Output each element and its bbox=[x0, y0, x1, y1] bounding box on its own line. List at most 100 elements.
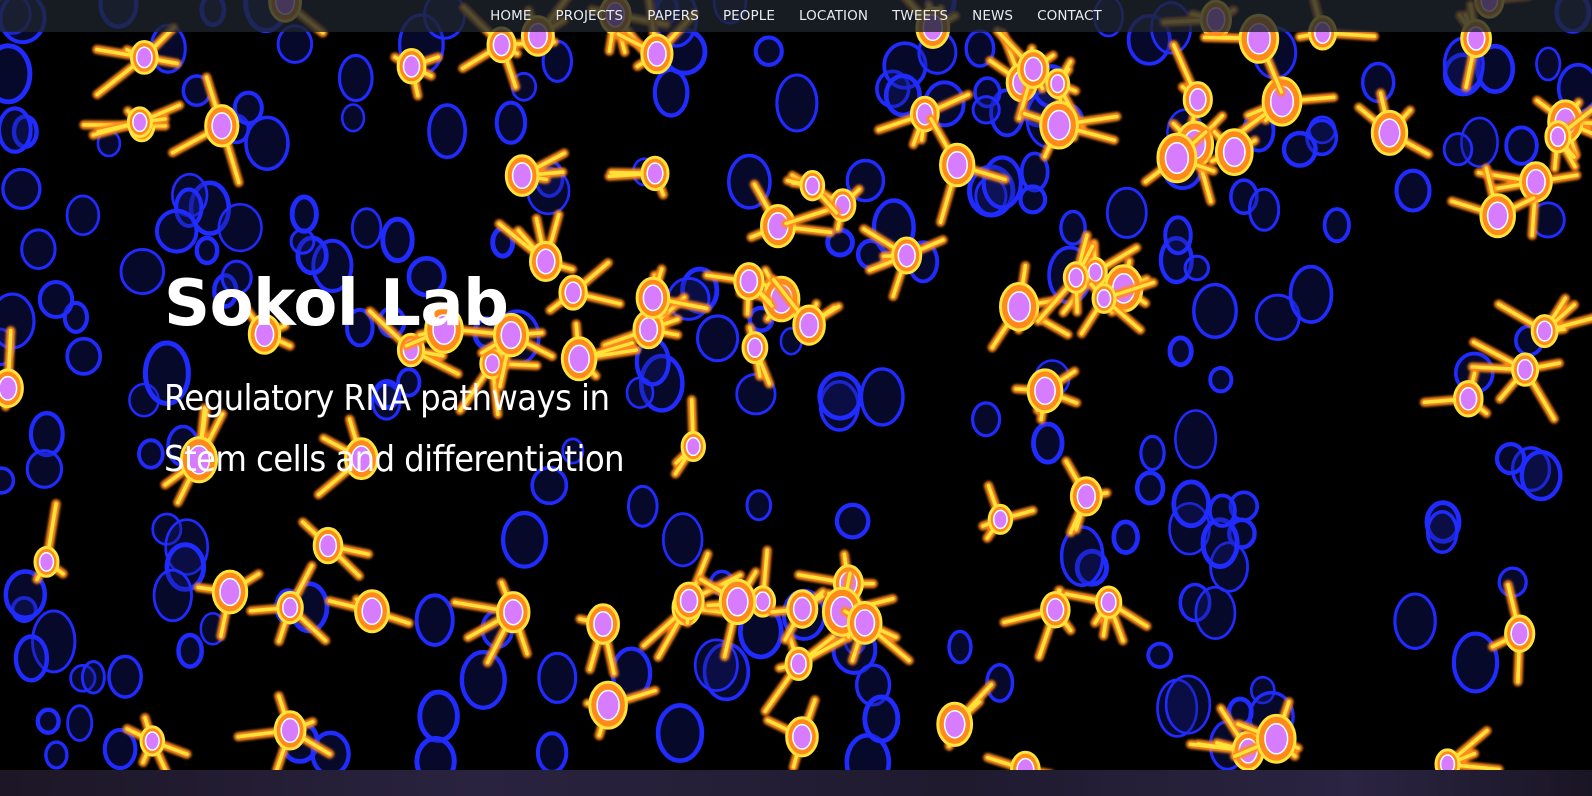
nucleus-ring bbox=[1494, 442, 1527, 476]
nucleus-ring bbox=[970, 401, 1002, 438]
nucleus-ring bbox=[1322, 207, 1351, 244]
hero-subtitle: Regulatory RNA pathways in Stem cells an… bbox=[164, 368, 625, 490]
nucleus-ring bbox=[66, 704, 94, 742]
nucleus-ring bbox=[1174, 409, 1218, 469]
nucleus-ring bbox=[119, 247, 166, 296]
nucleus-ring bbox=[417, 689, 460, 743]
nav-people-link[interactable]: PEOPLE bbox=[711, 0, 787, 32]
nucleus-ring bbox=[0, 292, 36, 350]
nav-contact-link[interactable]: CONTACT bbox=[1025, 0, 1114, 32]
nucleus-ring bbox=[0, 466, 16, 495]
nucleus-ring bbox=[1167, 335, 1194, 368]
nucleus-ring bbox=[862, 694, 901, 744]
nucleus-ring bbox=[28, 411, 65, 458]
nucleus-ring bbox=[652, 67, 690, 118]
nucleus-ring bbox=[627, 484, 659, 528]
nucleus-ring bbox=[1146, 641, 1174, 669]
top-navigation: HOME PROJECTS PAPERS PEOPLE LOCATION TWE… bbox=[0, 0, 1592, 32]
nucleus-ring bbox=[537, 651, 578, 704]
nucleus-ring bbox=[20, 228, 57, 270]
nucleus-ring bbox=[494, 100, 528, 145]
nucleus-ring bbox=[1288, 264, 1334, 324]
nucleus-ring bbox=[1164, 674, 1212, 735]
nucleus-ring bbox=[1018, 184, 1048, 215]
nucleus-ring bbox=[535, 731, 569, 770]
nucleus-ring bbox=[1394, 168, 1432, 213]
nucleus-ring bbox=[1425, 509, 1459, 555]
nucleus-ring bbox=[947, 629, 973, 665]
nucleus-ring bbox=[1111, 519, 1140, 555]
nav-news-link[interactable]: NEWS bbox=[960, 0, 1025, 32]
nucleus-ring bbox=[414, 736, 457, 770]
nucleus-ring bbox=[44, 740, 69, 770]
nucleus-ring bbox=[1281, 130, 1318, 168]
nucleus-ring bbox=[414, 593, 455, 647]
hero-title: Sokol Lab bbox=[164, 267, 509, 341]
nucleus-ring bbox=[80, 660, 106, 695]
nucleus-ring bbox=[655, 703, 705, 763]
nav-location-link[interactable]: LOCATION bbox=[787, 0, 880, 32]
nucleus-ring bbox=[1208, 493, 1237, 528]
nucleus-ring bbox=[217, 203, 263, 253]
nucleus-ring bbox=[1171, 479, 1211, 529]
nucleus-ring bbox=[65, 336, 103, 376]
nucleus-ring bbox=[427, 103, 468, 160]
nucleus-ring bbox=[152, 568, 193, 623]
nucleus-ring bbox=[1194, 585, 1237, 640]
hero-subtitle-line-2: Stem cells and differentiation bbox=[164, 439, 625, 480]
nucleus-ring bbox=[35, 707, 61, 735]
nucleus-ring bbox=[1134, 470, 1166, 506]
hero-subtitle-line-1: Regulatory RNA pathways in bbox=[164, 378, 610, 419]
nucleus-ring bbox=[753, 35, 784, 67]
nucleus-ring bbox=[695, 314, 740, 363]
nucleus-ring bbox=[1163, 215, 1193, 256]
nucleus-ring bbox=[137, 438, 165, 470]
nucleus-ring bbox=[337, 53, 374, 103]
nucleus-ring bbox=[459, 649, 507, 710]
nucleus-ring bbox=[1208, 366, 1234, 394]
nucleus-ring bbox=[232, 90, 264, 126]
nucleus-ring bbox=[37, 279, 75, 320]
nucleus-ring bbox=[501, 510, 549, 569]
nav-home-link[interactable]: HOME bbox=[478, 0, 543, 32]
nucleus-ring bbox=[0, 43, 33, 105]
nucleus-ring bbox=[1504, 125, 1539, 166]
nucleus-ring bbox=[1, 167, 42, 211]
hero-text-block: Sokol Lab Regulatory RNA pathways in Ste… bbox=[164, 262, 625, 490]
nucleus-ring bbox=[1105, 186, 1148, 239]
nucleus-ring bbox=[154, 208, 199, 254]
nucleus-ring bbox=[340, 103, 366, 133]
nucleus-ring bbox=[971, 95, 1001, 125]
nucleus-ring bbox=[1031, 421, 1065, 465]
nucleus-ring bbox=[350, 207, 383, 249]
nucleus-ring bbox=[13, 634, 50, 683]
nav-papers-link[interactable]: PAPERS bbox=[635, 0, 711, 32]
nucleus-ring bbox=[859, 367, 905, 427]
page: HOME PROJECTS PAPERS PEOPLE LOCATION TWE… bbox=[0, 0, 1592, 796]
nucleus-ring bbox=[25, 449, 64, 489]
nucleus-ring bbox=[775, 73, 819, 133]
next-section-strip bbox=[0, 770, 1592, 796]
nucleus-ring bbox=[380, 216, 415, 264]
nav-tweets-link[interactable]: TWEETS bbox=[880, 0, 960, 32]
nucleus-ring bbox=[1393, 592, 1437, 650]
nucleus-ring bbox=[1535, 46, 1562, 82]
nav-projects-link[interactable]: PROJECTS bbox=[544, 0, 636, 32]
nucleus-ring bbox=[289, 194, 319, 234]
nucleus-ring bbox=[834, 502, 871, 540]
nucleus-ring bbox=[1519, 449, 1563, 502]
nucleus-ring bbox=[0, 106, 33, 154]
nucleus-ring bbox=[194, 235, 220, 266]
nucleus-ring bbox=[1451, 631, 1500, 694]
nucleus-ring bbox=[1442, 132, 1474, 167]
nucleus-ring bbox=[745, 489, 773, 522]
nucleus-ring bbox=[244, 115, 290, 171]
nucleus-ring bbox=[661, 512, 704, 568]
nucleus-ring bbox=[1183, 254, 1211, 282]
nucleus-ring bbox=[107, 654, 143, 699]
nucleus-ring bbox=[1139, 434, 1166, 472]
nucleus-ring bbox=[1192, 282, 1238, 339]
nucleus-ring bbox=[817, 371, 863, 421]
nucleus-ring bbox=[65, 194, 101, 237]
nucleus-ring bbox=[176, 632, 204, 669]
